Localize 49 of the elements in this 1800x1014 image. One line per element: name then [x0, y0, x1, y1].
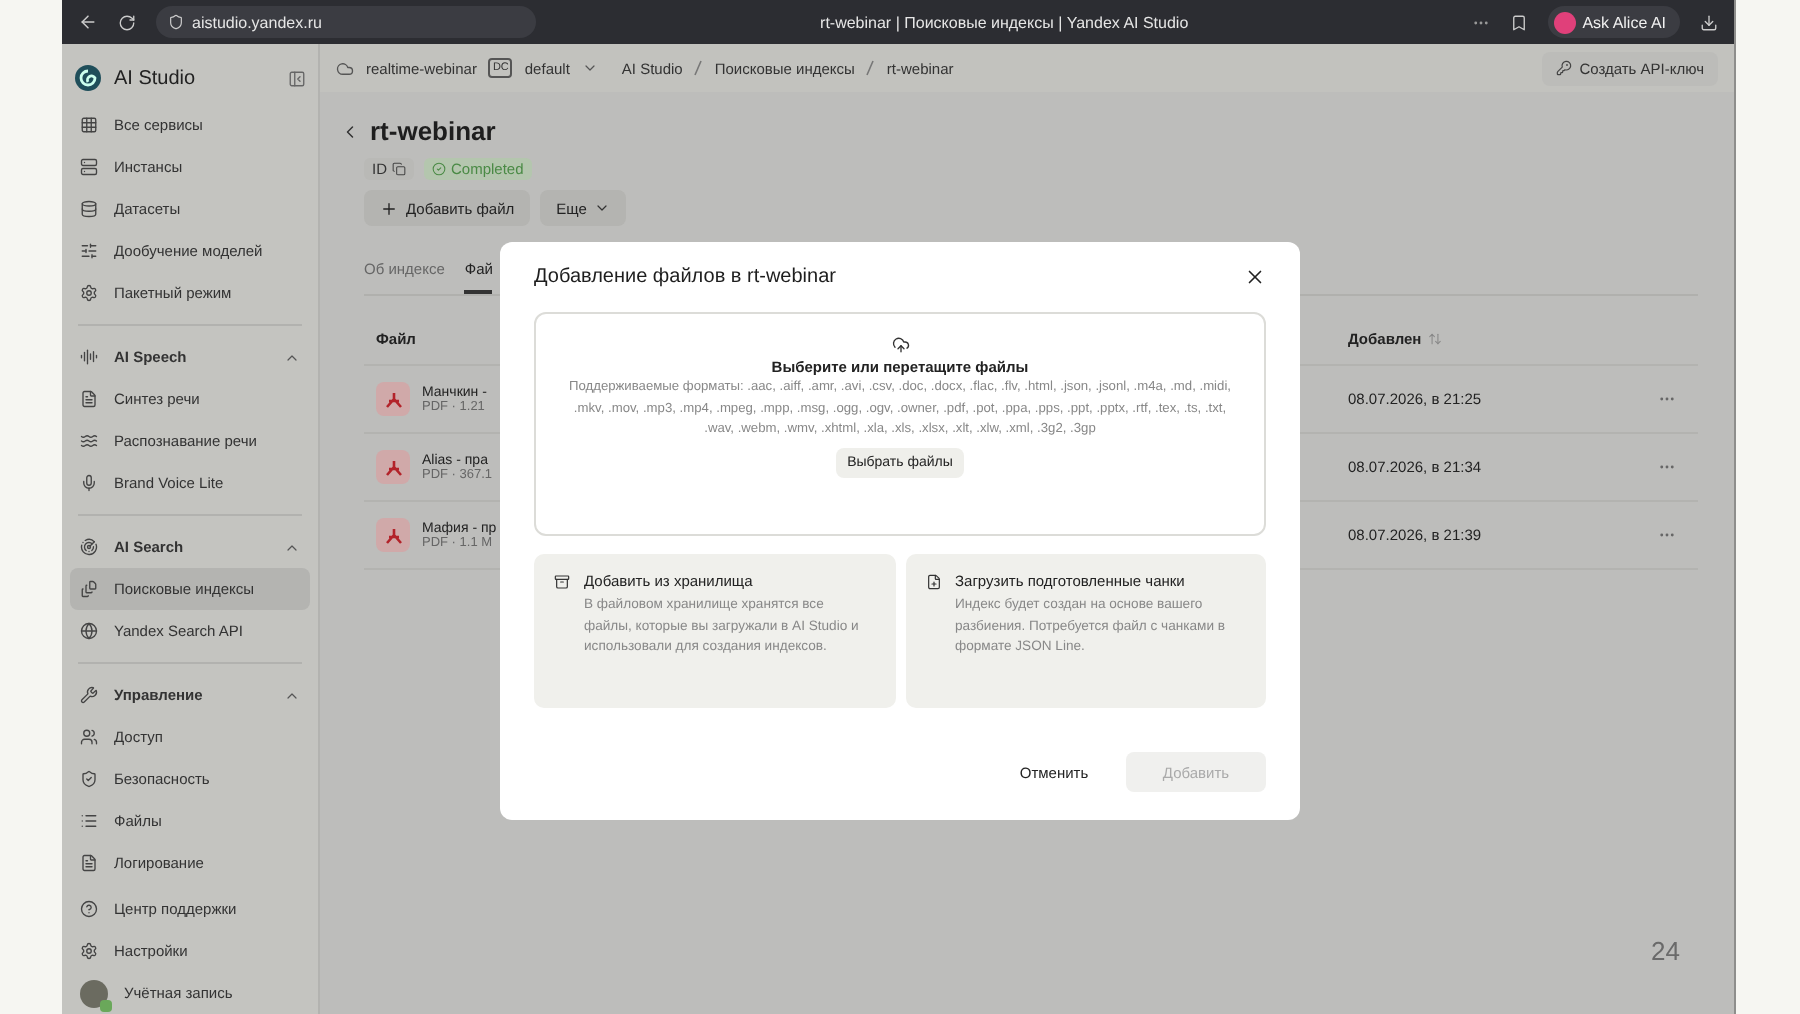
sidebar-item-icon — [80, 242, 98, 260]
close-button[interactable] — [1244, 265, 1266, 287]
help-icon — [80, 900, 98, 918]
app-title: AI Studio — [114, 67, 198, 89]
collapse-icon[interactable] — [288, 69, 306, 87]
upload-icon — [891, 336, 909, 354]
sidebar-item-icon — [80, 812, 98, 830]
assistant-button[interactable]: Ask Alice AI — [1548, 6, 1680, 38]
breadcrumb-separator-icon — [866, 60, 875, 76]
pdf-file-icon — [376, 382, 410, 416]
sidebar-item-icon — [80, 474, 98, 492]
group-icon — [80, 538, 98, 556]
plus-icon — [380, 199, 398, 217]
breadcrumb-separator-icon — [694, 60, 703, 76]
copy-icon — [391, 162, 405, 176]
chevron-icon[interactable] — [581, 60, 598, 76]
reload-icon[interactable] — [118, 13, 136, 31]
sidebar-item-icon — [80, 390, 98, 408]
sidebar-item-icon — [80, 116, 98, 134]
sidebar-item-icon — [80, 580, 98, 598]
pdf-file-icon — [376, 518, 410, 552]
settings-icon — [80, 942, 98, 960]
key-icon — [1555, 60, 1572, 76]
slide-number: 24 — [1651, 936, 1680, 966]
sidebar-item-icon — [80, 770, 98, 788]
download-icon[interactable] — [1700, 13, 1718, 31]
sidebar-item-icon — [80, 432, 98, 450]
archive-icon — [554, 573, 570, 589]
logo-icon — [74, 64, 102, 92]
pdf-file-icon — [376, 450, 410, 484]
sidebar-item-icon — [80, 284, 98, 302]
sidebar-item-icon — [80, 854, 98, 872]
group-icon — [80, 348, 98, 366]
chevron-icon — [594, 200, 611, 216]
group-icon — [80, 686, 98, 704]
sidebar-item-icon — [80, 728, 98, 746]
dialog-title: Добавление файлов в rt-webinar — [534, 265, 836, 287]
page-heading: rt-webinar — [370, 116, 496, 146]
page-title: rt-webinar | Поисковые индексы | Yandex AI Studio — [818, 13, 1191, 31]
sidebar-item-icon — [80, 622, 98, 640]
bookmark-icon[interactable] — [1510, 13, 1529, 31]
sidebar-item-icon — [80, 200, 98, 218]
file-plus-icon — [925, 573, 941, 589]
cloud-icon — [336, 59, 354, 77]
file-dropzone[interactable] — [534, 312, 1266, 536]
address-bar[interactable]: aistudio.yandex.ru — [156, 6, 536, 38]
back-icon[interactable] — [78, 12, 98, 32]
sidebar-item-icon — [80, 158, 98, 176]
avatar — [80, 979, 108, 1007]
